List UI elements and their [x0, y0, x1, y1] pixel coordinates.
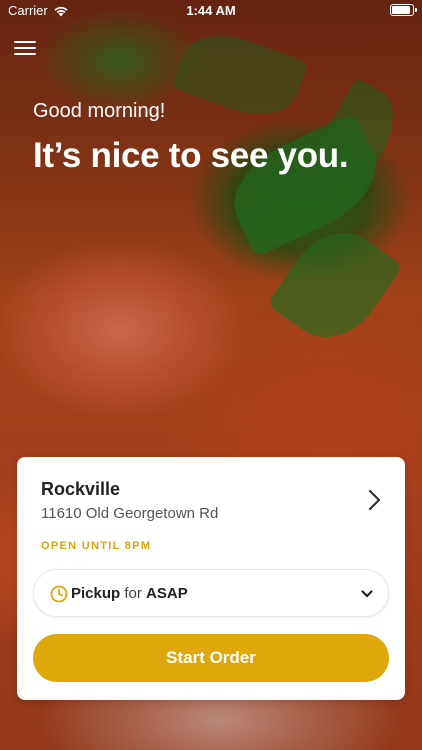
location-address[interactable]: 11610 Old Georgetown Rd	[41, 505, 218, 522]
status-bar: Carrier 1:44 AM	[0, 0, 422, 22]
chevron-down-icon	[361, 590, 373, 598]
order-time-label: ASAP	[146, 585, 188, 602]
battery-level	[392, 6, 410, 14]
hamburger-menu-icon[interactable]	[14, 38, 36, 58]
status-time: 1:44 AM	[186, 3, 236, 18]
start-order-button[interactable]: Start Order	[33, 634, 389, 682]
headline-text: It’s nice to see you.	[33, 136, 349, 175]
greeting-text: Good morning!	[33, 100, 166, 122]
location-card: Rockville 11610 Old Georgetown Rd OPEN U…	[17, 457, 405, 700]
chevron-right-icon[interactable]	[367, 489, 383, 511]
order-summary: Pickup for ASAP	[71, 585, 188, 602]
clock-icon	[50, 585, 68, 603]
location-name[interactable]: Rockville	[41, 479, 120, 500]
order-type-label: Pickup	[71, 585, 121, 602]
hours-status: OPEN UNTIL 8PM	[41, 540, 152, 552]
order-type-selector[interactable]: Pickup for ASAP	[33, 569, 389, 617]
order-connector: for	[124, 585, 142, 602]
battery-icon	[390, 4, 417, 16]
